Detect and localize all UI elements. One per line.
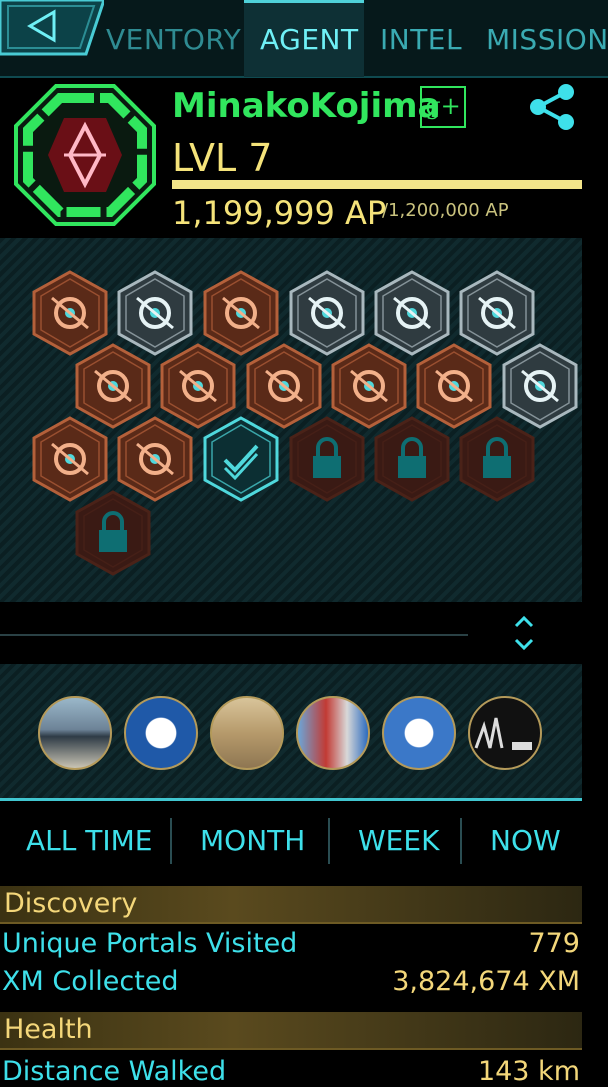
agent-level: LVL 7 <box>172 136 273 180</box>
section-header-discovery: Discovery <box>0 886 582 924</box>
stat-value-unique-portals: 779 <box>528 928 580 959</box>
tab-now[interactable]: NOW <box>490 824 561 857</box>
tab-month[interactable]: MONTH <box>200 824 305 857</box>
google-plus-button[interactable]: g+ <box>420 86 466 128</box>
tab-separator <box>328 818 330 864</box>
section-divider <box>0 798 582 801</box>
tab-intel[interactable]: INTEL <box>380 16 462 64</box>
tab-missions[interactable]: MISSIONS <box>486 16 608 64</box>
badge-locked-2[interactable] <box>374 416 450 502</box>
badge-verified[interactable] <box>203 416 279 502</box>
expand-collapse-icon[interactable] <box>508 612 540 654</box>
badge-locked-3[interactable] <box>459 416 535 502</box>
stat-label-unique-portals: Unique Portals Visited <box>2 928 298 959</box>
section-title: Health <box>4 1014 93 1045</box>
section-header-health: Health <box>0 1012 582 1050</box>
badge-locked-4[interactable] <box>75 490 151 576</box>
media-item-2[interactable] <box>124 696 198 770</box>
stat-label-xm: XM Collected <box>2 966 179 997</box>
agent-name: MinakoKojima <box>172 86 441 126</box>
media-item-1[interactable] <box>38 696 112 770</box>
divider <box>0 634 468 636</box>
tab-inventory[interactable]: VENTORY <box>106 16 241 64</box>
section-title: Discovery <box>4 888 138 919</box>
ap-required: /1,200,000 AP <box>382 200 509 221</box>
tab-separator <box>460 818 462 864</box>
stat-value-xm: 3,824,674 XM <box>392 966 580 997</box>
tab-all-time[interactable]: ALL TIME <box>26 824 152 857</box>
back-button[interactable] <box>0 0 106 58</box>
badge-locked-1[interactable] <box>289 416 365 502</box>
media-item-5[interactable] <box>382 696 456 770</box>
ap-current: 1,199,999 AP <box>172 194 387 232</box>
agent-avatar[interactable] <box>14 84 156 226</box>
tab-separator <box>170 818 172 864</box>
media-item-4[interactable] <box>296 696 370 770</box>
media-item-3[interactable] <box>210 696 284 770</box>
tab-agent[interactable]: AGENT <box>260 16 359 64</box>
level-progress-bar <box>172 180 582 189</box>
tab-week[interactable]: WEEK <box>358 824 439 857</box>
stat-value-distance: 143 km <box>477 1056 580 1087</box>
stat-label-distance: Distance Walked <box>2 1056 227 1087</box>
share-icon[interactable] <box>526 82 578 132</box>
media-item-6[interactable] <box>468 696 542 770</box>
